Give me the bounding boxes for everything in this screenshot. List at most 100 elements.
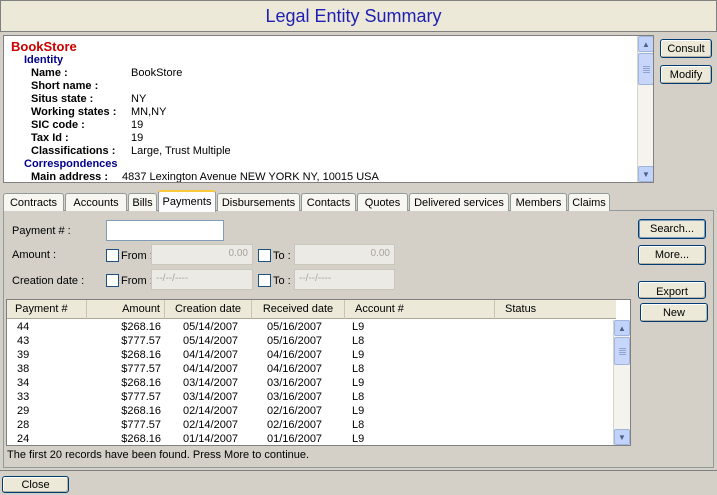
payment-number-input[interactable]: [106, 220, 224, 241]
export-button[interactable]: Export: [638, 281, 706, 299]
grid-cell: 04/14/2007: [183, 349, 239, 361]
grid-cell: 02/16/2007: [267, 405, 323, 417]
amount-from-checkbox[interactable]: [106, 249, 119, 262]
date-from-input[interactable]: --/--/----: [151, 269, 253, 290]
date-to-input[interactable]: --/--/----: [294, 269, 395, 290]
payment-number-label: Payment # :: [12, 225, 71, 237]
tab-quotes[interactable]: Quotes: [357, 193, 408, 211]
date-from-label: From :: [121, 275, 153, 287]
grid-cell: $777.57: [121, 363, 161, 375]
window-title: Legal Entity Summary: [265, 5, 442, 26]
grid-cell: L9: [352, 349, 365, 361]
grid-cell: $268.16: [121, 321, 161, 333]
field-label-name: Name :: [31, 67, 68, 79]
grid-cell: 01/14/2007: [183, 433, 239, 445]
close-button[interactable]: Close: [2, 476, 69, 493]
field-value-working-states: MN,NY: [131, 106, 167, 118]
tab-contacts[interactable]: Contacts: [301, 193, 356, 211]
summary-panel: BookStore Identity Name : BookStore Shor…: [3, 35, 654, 183]
column-header-payment[interactable]: Payment #: [7, 300, 87, 319]
amount-to-label: To :: [273, 250, 291, 262]
grid-cell: 05/16/2007: [267, 335, 323, 347]
grid-cell: 24: [17, 433, 30, 445]
grid-cell: $268.16: [121, 377, 161, 389]
grid-cell: 03/16/2007: [267, 377, 323, 389]
field-label-sic-code: SIC code :: [31, 119, 85, 131]
grid-cell: $777.57: [121, 419, 161, 431]
scroll-thumb[interactable]: [638, 53, 653, 85]
grid-header: Payment # Amount Creation date Received …: [7, 300, 616, 319]
consult-button[interactable]: Consult: [660, 39, 712, 58]
amount-from-label: From :: [121, 250, 153, 262]
identity-section-title: Identity: [24, 54, 64, 66]
column-header-account[interactable]: Account #: [345, 300, 495, 319]
grid-cell: L9: [352, 405, 365, 417]
field-value-name: BookStore: [131, 67, 183, 79]
grid-cell: 43: [17, 335, 30, 347]
grid-cell: $268.16: [121, 349, 161, 361]
scroll-down-arrow-icon[interactable]: ▼: [638, 166, 653, 182]
grid-scrollbar[interactable]: ▲ ▼: [613, 320, 630, 445]
grid-cell: L9: [352, 433, 365, 445]
grid-cell: 28: [17, 419, 30, 431]
grid-cell: 29: [17, 405, 30, 417]
status-message: The first 20 records have been found. Pr…: [7, 449, 310, 461]
field-label-main-address: Main address :: [31, 171, 109, 183]
field-value-main-address: 4837 Lexington Avenue NEW YORK NY, 10015…: [122, 171, 379, 183]
column-header-received-date[interactable]: Received date: [252, 300, 345, 319]
amount-to-input[interactable]: 0.00: [294, 244, 395, 265]
column-header-amount[interactable]: Amount: [87, 300, 165, 319]
tab-disbursements[interactable]: Disbursements: [217, 193, 300, 211]
grid-cell: L8: [352, 391, 365, 403]
field-value-situs-state: NY: [131, 93, 147, 105]
grid-cell: 04/14/2007: [183, 363, 239, 375]
field-label-situs-state: Situs state :: [31, 93, 94, 105]
correspondences-section-title: Correspondences: [24, 158, 118, 170]
grid-cell: L8: [352, 363, 365, 375]
new-button[interactable]: New: [640, 303, 708, 322]
scroll-up-arrow-icon[interactable]: ▲: [638, 36, 653, 52]
scroll-thumb[interactable]: [614, 337, 630, 365]
tab-delivered-services[interactable]: Delivered services: [409, 193, 509, 211]
tab-accounts[interactable]: Accounts: [65, 193, 127, 211]
date-to-label: To :: [273, 275, 291, 287]
grid-cell: $777.57: [121, 335, 161, 347]
grid-cell: 34: [17, 377, 30, 389]
grid-cell: 02/14/2007: [183, 419, 239, 431]
grid-cell: 39: [17, 349, 30, 361]
search-button[interactable]: Search...: [638, 219, 706, 239]
grid-cell: $268.16: [121, 405, 161, 417]
amount-label: Amount :: [12, 249, 57, 261]
column-header-status[interactable]: Status: [495, 300, 616, 319]
column-header-creation-date[interactable]: Creation date: [165, 300, 252, 319]
grid-cell: L9: [352, 321, 365, 333]
scroll-down-arrow-icon[interactable]: ▼: [614, 429, 630, 445]
field-label-working-states: Working states :: [31, 106, 117, 118]
summary-scrollbar[interactable]: ▲ ▼: [637, 36, 653, 182]
grid-cell: $268.16: [121, 433, 161, 445]
tab-payments[interactable]: Payments: [158, 190, 216, 212]
field-label-classifications: Classifications :: [31, 145, 116, 157]
footer-divider: [0, 470, 717, 471]
grid-cell: 02/14/2007: [183, 405, 239, 417]
grid-cell: 02/16/2007: [267, 419, 323, 431]
grid-cell: 05/14/2007: [183, 321, 239, 333]
amount-from-input[interactable]: 0.00: [151, 244, 253, 265]
field-value-tax-id: 19: [131, 132, 144, 144]
creation-date-label: Creation date :: [12, 275, 85, 287]
tab-bills[interactable]: Bills: [128, 193, 157, 211]
field-label-tax-id: Tax Id :: [31, 132, 69, 144]
date-from-checkbox[interactable]: [106, 274, 119, 287]
tab-claims[interactable]: Claims: [568, 193, 610, 211]
scroll-up-arrow-icon[interactable]: ▲: [614, 320, 630, 336]
grid-cell: 33: [17, 391, 30, 403]
tab-members[interactable]: Members: [510, 193, 567, 211]
field-label-short-name: Short name :: [31, 80, 99, 92]
more-button[interactable]: More...: [638, 245, 706, 265]
amount-to-checkbox[interactable]: [258, 249, 271, 262]
tab-contracts[interactable]: Contracts: [3, 193, 64, 211]
grid-cell: $777.57: [121, 391, 161, 403]
grid-cell: 03/14/2007: [183, 377, 239, 389]
modify-button[interactable]: Modify: [660, 65, 712, 84]
date-to-checkbox[interactable]: [258, 274, 271, 287]
